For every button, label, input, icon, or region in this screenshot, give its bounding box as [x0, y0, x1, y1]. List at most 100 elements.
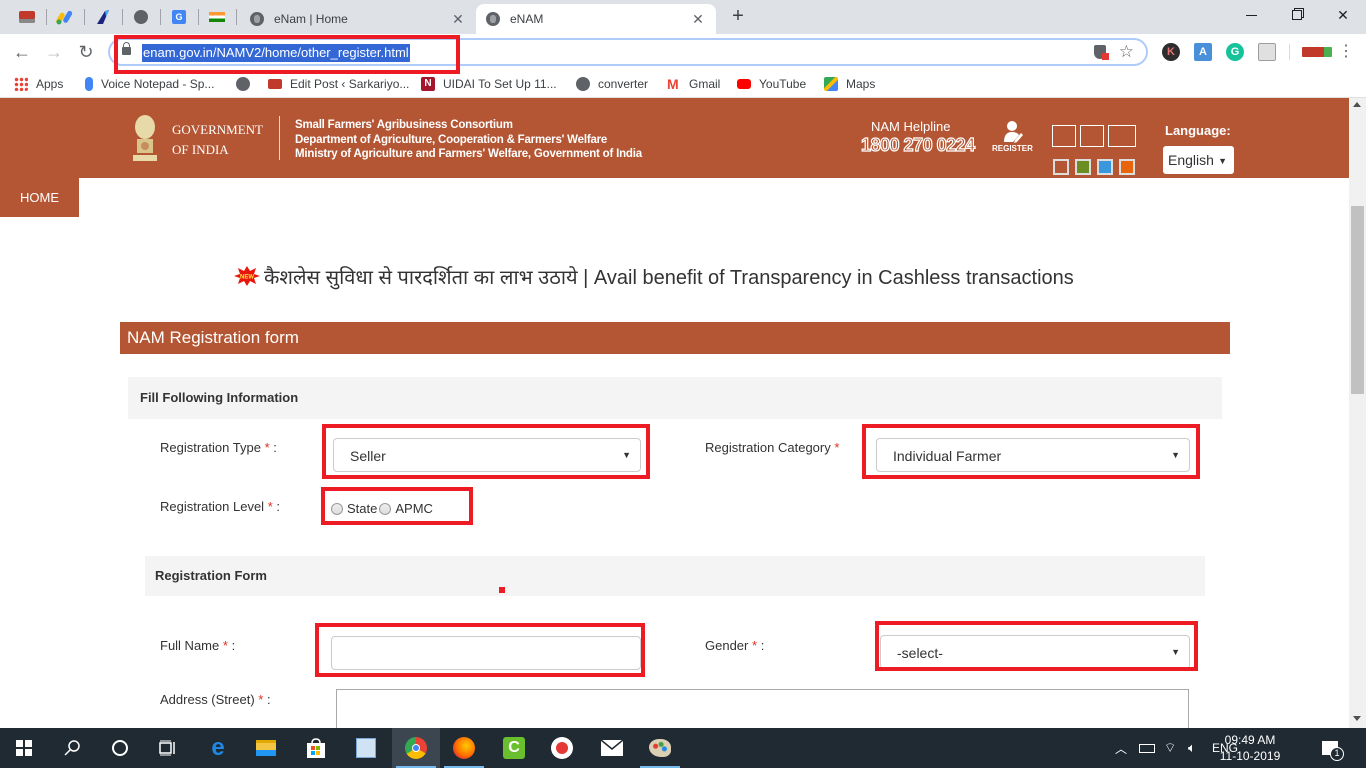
bookmark-voice-notepad[interactable]: Voice Notepad - Sp...: [82, 75, 214, 93]
bookmark-globe[interactable]: [236, 75, 258, 93]
chevron-up-icon: ︿: [1115, 741, 1128, 756]
bookmark-uidai[interactable]: N UIDAI To Set Up 11...: [421, 75, 557, 93]
bookmark-apps[interactable]: Apps: [14, 75, 63, 93]
chrome-taskbar-button[interactable]: [392, 728, 440, 768]
task-view-icon: [159, 740, 175, 756]
paint-button[interactable]: [636, 728, 684, 768]
gender-select[interactable]: -select- ▼: [880, 635, 1190, 669]
pinned-tab-sarkari[interactable]: [10, 5, 44, 29]
toolbar-separator: [1289, 44, 1290, 60]
nav-home[interactable]: HOME: [0, 178, 79, 217]
bookmark-youtube[interactable]: YouTube: [737, 75, 806, 93]
youtube-icon: [737, 79, 751, 89]
maps-icon: [824, 77, 838, 91]
theme-brown-button[interactable]: [1053, 159, 1069, 175]
action-center-button[interactable]: 1: [1322, 728, 1344, 768]
theme-green-button[interactable]: [1075, 159, 1091, 175]
scroll-thumb[interactable]: [1351, 206, 1364, 394]
address-bar[interactable]: enam.gov.in/NAMV2/home/other_register.ht…: [108, 38, 1148, 66]
scroll-down-arrow-icon[interactable]: [1353, 716, 1361, 721]
site-header: GOVERNMENT OF INDIA Small Farmers' Agrib…: [0, 98, 1349, 178]
full-name-input[interactable]: [331, 636, 641, 670]
start-button[interactable]: [0, 728, 48, 768]
camtasia-button[interactable]: C: [490, 728, 538, 768]
radio-state[interactable]: [331, 502, 343, 515]
tab-separator: [236, 9, 237, 25]
keyboard-extension-icon[interactable]: A: [1194, 43, 1212, 61]
pinned-tab-globe[interactable]: [124, 5, 158, 29]
restore-button[interactable]: [1274, 0, 1320, 30]
bookmark-converter[interactable]: converter: [576, 75, 648, 93]
microphone-icon: [85, 77, 93, 91]
pinned-tab-translate[interactable]: G: [162, 5, 196, 29]
scroll-up-arrow-icon[interactable]: [1353, 102, 1361, 107]
close-window-button[interactable]: ✕: [1320, 0, 1366, 30]
back-button[interactable]: ←: [10, 40, 34, 64]
globe-icon: [250, 12, 264, 26]
bookmark-star-icon[interactable]: ☆: [1119, 42, 1134, 62]
cortana-button[interactable]: [96, 728, 144, 768]
volume-control[interactable]: 🔈︎: [1188, 728, 1196, 768]
bookmark-maps[interactable]: Maps: [824, 75, 875, 93]
task-view-button[interactable]: [144, 728, 192, 768]
theme-orange-button[interactable]: [1119, 159, 1135, 175]
registration-type-select[interactable]: Seller ▼: [333, 438, 641, 472]
mail-button[interactable]: [588, 728, 636, 768]
theme-blue-button[interactable]: [1097, 159, 1113, 175]
battery-status[interactable]: [1139, 728, 1155, 768]
url-text[interactable]: enam.gov.in/NAMV2/home/other_register.ht…: [142, 44, 410, 62]
windows-taskbar: e C ︿ ⌔ 🔈︎ ENG 09:49 AM 11-10-2019 1: [0, 728, 1366, 768]
pinned-tab-india[interactable]: [200, 5, 234, 29]
file-explorer-button[interactable]: [242, 728, 290, 768]
bookmark-label: converter: [598, 77, 649, 91]
radio-apmc[interactable]: [379, 502, 392, 515]
network-status[interactable]: ⌔: [1164, 728, 1176, 768]
new-badge-icon: NEW: [234, 266, 260, 286]
battery-icon: [1139, 743, 1155, 753]
page-scrollbar[interactable]: [1349, 98, 1366, 728]
font-size-large-button[interactable]: [1108, 125, 1136, 147]
search-button[interactable]: [48, 728, 96, 768]
bookmark-edit-post[interactable]: Edit Post ‹ Sarkariyo...: [268, 75, 409, 93]
recorder-button[interactable]: [538, 728, 586, 768]
speaker-icon: 🔈︎: [1188, 740, 1196, 755]
chrome-menu-icon[interactable]: ⋮: [1338, 42, 1354, 62]
firefox-button[interactable]: [440, 728, 488, 768]
registration-type-value: Seller: [350, 448, 386, 464]
address-street-textarea[interactable]: [336, 689, 1189, 728]
system-clock[interactable]: 09:49 AM 11-10-2019: [1218, 732, 1282, 764]
k-extension-icon[interactable]: K: [1162, 43, 1180, 61]
tab-enam-home[interactable]: eNam | Home ✕: [240, 4, 476, 34]
n-logo-icon: N: [421, 77, 435, 91]
close-tab-icon[interactable]: ✕: [688, 11, 708, 28]
font-size-normal-button[interactable]: [1080, 125, 1104, 147]
sarkari-extension-icon[interactable]: [1302, 47, 1324, 57]
pinned-tab-app[interactable]: [86, 5, 120, 29]
helpline-number: 1800 270 0224: [860, 134, 975, 155]
bookmark-gmail[interactable]: M Gmail: [667, 75, 720, 93]
minimize-button[interactable]: [1228, 0, 1274, 30]
new-tab-button[interactable]: +: [728, 6, 748, 26]
blocked-shield-icon[interactable]: [1094, 45, 1109, 60]
edge-button[interactable]: e: [194, 728, 242, 768]
lock-icon: [122, 42, 131, 55]
search-app-button[interactable]: [342, 728, 390, 768]
radio-state-label[interactable]: State: [347, 501, 377, 516]
cast-extension-icon[interactable]: [1258, 43, 1276, 61]
close-tab-icon[interactable]: ✕: [448, 11, 468, 28]
register-button[interactable]: REGISTER: [990, 120, 1034, 160]
pinned-tab-adsense[interactable]: [48, 5, 82, 29]
bookmark-label: YouTube: [759, 77, 807, 91]
tab-enam[interactable]: eNAM ✕: [476, 4, 716, 34]
show-hidden-icons[interactable]: ︿: [1115, 728, 1127, 768]
announcement-banner[interactable]: NEW कैशलेस सुविधा से पारदर्शिता का लाभ उ…: [234, 263, 1074, 289]
radio-apmc-label[interactable]: APMC: [395, 501, 433, 516]
store-button[interactable]: [292, 728, 340, 768]
reload-button[interactable]: ↻: [74, 40, 98, 64]
grammarly-extension-icon[interactable]: G: [1226, 43, 1244, 61]
registration-category-select[interactable]: Individual Farmer ▼: [876, 438, 1190, 472]
forward-button[interactable]: →: [42, 40, 66, 64]
language-select[interactable]: English ▼: [1163, 146, 1234, 174]
font-size-small-button[interactable]: [1052, 125, 1076, 147]
edge-icon: e: [211, 734, 225, 761]
